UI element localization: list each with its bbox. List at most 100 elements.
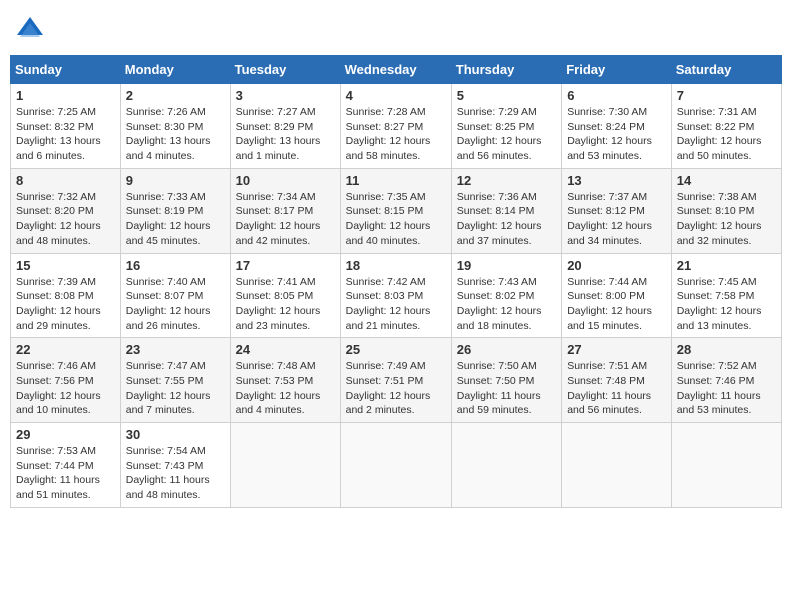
day-info: Sunrise: 7:49 AMSunset: 7:51 PMDaylight:… bbox=[346, 359, 446, 418]
day-info: Sunrise: 7:47 AMSunset: 7:55 PMDaylight:… bbox=[126, 359, 225, 418]
day-number: 9 bbox=[126, 173, 225, 188]
day-info: Sunrise: 7:37 AMSunset: 8:12 PMDaylight:… bbox=[567, 190, 666, 249]
page-header bbox=[10, 10, 782, 45]
day-number: 25 bbox=[346, 342, 446, 357]
header-monday: Monday bbox=[120, 56, 230, 84]
day-info: Sunrise: 7:43 AMSunset: 8:02 PMDaylight:… bbox=[457, 275, 556, 334]
day-info: Sunrise: 7:52 AMSunset: 7:46 PMDaylight:… bbox=[677, 359, 776, 418]
calendar-cell: 22 Sunrise: 7:46 AMSunset: 7:56 PMDayligh… bbox=[11, 338, 121, 423]
day-info: Sunrise: 7:27 AMSunset: 8:29 PMDaylight:… bbox=[236, 105, 335, 164]
calendar-cell: 24 Sunrise: 7:48 AMSunset: 7:53 PMDayligh… bbox=[230, 338, 340, 423]
calendar-cell: 8Sunrise: 7:32 AMSunset: 8:20 PMDaylight… bbox=[11, 168, 121, 253]
calendar-cell: 3 Sunrise: 7:27 AMSunset: 8:29 PMDaylight… bbox=[230, 84, 340, 169]
day-info: Sunrise: 7:36 AMSunset: 8:14 PMDaylight:… bbox=[457, 190, 556, 249]
day-number: 21 bbox=[677, 258, 776, 273]
day-number: 15 bbox=[16, 258, 115, 273]
day-info: Sunrise: 7:26 AMSunset: 8:30 PMDaylight:… bbox=[126, 105, 225, 164]
calendar-cell: 26 Sunrise: 7:50 AMSunset: 7:50 PMDayligh… bbox=[451, 338, 561, 423]
day-info: Sunrise: 7:46 AMSunset: 7:56 PMDaylight:… bbox=[16, 359, 115, 418]
day-number: 28 bbox=[677, 342, 776, 357]
logo-icon bbox=[15, 15, 45, 45]
calendar-week-row: 22 Sunrise: 7:46 AMSunset: 7:56 PMDayligh… bbox=[11, 338, 782, 423]
day-number: 1 bbox=[16, 88, 115, 103]
day-number: 16 bbox=[126, 258, 225, 273]
calendar-cell: 29 Sunrise: 7:53 AMSunset: 7:44 PMDayligh… bbox=[11, 423, 121, 508]
calendar-cell: 11 Sunrise: 7:35 AMSunset: 8:15 PMDayligh… bbox=[340, 168, 451, 253]
calendar-cell: 21 Sunrise: 7:45 AMSunset: 7:58 PMDayligh… bbox=[671, 253, 781, 338]
calendar-cell: 1 Sunrise: 7:25 AMSunset: 8:32 PMDaylight… bbox=[11, 84, 121, 169]
calendar-cell: 4 Sunrise: 7:28 AMSunset: 8:27 PMDaylight… bbox=[340, 84, 451, 169]
day-info: Sunrise: 7:41 AMSunset: 8:05 PMDaylight:… bbox=[236, 275, 335, 334]
day-info: Sunrise: 7:44 AMSunset: 8:00 PMDaylight:… bbox=[567, 275, 666, 334]
day-info: Sunrise: 7:25 AMSunset: 8:32 PMDaylight:… bbox=[16, 105, 115, 164]
day-info: Sunrise: 7:50 AMSunset: 7:50 PMDaylight:… bbox=[457, 359, 556, 418]
day-number: 6 bbox=[567, 88, 666, 103]
day-number: 12 bbox=[457, 173, 556, 188]
calendar-cell: 2 Sunrise: 7:26 AMSunset: 8:30 PMDaylight… bbox=[120, 84, 230, 169]
day-info: Sunrise: 7:28 AMSunset: 8:27 PMDaylight:… bbox=[346, 105, 446, 164]
header-thursday: Thursday bbox=[451, 56, 561, 84]
day-info: Sunrise: 7:48 AMSunset: 7:53 PMDaylight:… bbox=[236, 359, 335, 418]
day-number: 10 bbox=[236, 173, 335, 188]
calendar-cell: 7Sunrise: 7:31 AMSunset: 8:22 PMDaylight… bbox=[671, 84, 781, 169]
day-info: Sunrise: 7:42 AMSunset: 8:03 PMDaylight:… bbox=[346, 275, 446, 334]
calendar-cell: 12 Sunrise: 7:36 AMSunset: 8:14 PMDayligh… bbox=[451, 168, 561, 253]
calendar-cell bbox=[451, 423, 561, 508]
calendar-cell: 17 Sunrise: 7:41 AMSunset: 8:05 PMDayligh… bbox=[230, 253, 340, 338]
calendar-cell: 30Sunrise: 7:54 AMSunset: 7:43 PMDayligh… bbox=[120, 423, 230, 508]
day-info: Sunrise: 7:39 AMSunset: 8:08 PMDaylight:… bbox=[16, 275, 115, 334]
day-info: Sunrise: 7:45 AMSunset: 7:58 PMDaylight:… bbox=[677, 275, 776, 334]
day-info: Sunrise: 7:33 AMSunset: 8:19 PMDaylight:… bbox=[126, 190, 225, 249]
day-info: Sunrise: 7:51 AMSunset: 7:48 PMDaylight:… bbox=[567, 359, 666, 418]
day-number: 30 bbox=[126, 427, 225, 442]
calendar-cell: 28 Sunrise: 7:52 AMSunset: 7:46 PMDayligh… bbox=[671, 338, 781, 423]
calendar-cell: 13 Sunrise: 7:37 AMSunset: 8:12 PMDayligh… bbox=[562, 168, 672, 253]
day-number: 26 bbox=[457, 342, 556, 357]
calendar-week-row: 8Sunrise: 7:32 AMSunset: 8:20 PMDaylight… bbox=[11, 168, 782, 253]
day-number: 4 bbox=[346, 88, 446, 103]
calendar-week-row: 1 Sunrise: 7:25 AMSunset: 8:32 PMDaylight… bbox=[11, 84, 782, 169]
day-number: 19 bbox=[457, 258, 556, 273]
calendar-cell bbox=[671, 423, 781, 508]
calendar-cell: 23Sunrise: 7:47 AMSunset: 7:55 PMDayligh… bbox=[120, 338, 230, 423]
calendar-cell: 18Sunrise: 7:42 AMSunset: 8:03 PMDayligh… bbox=[340, 253, 451, 338]
calendar-cell: 25 Sunrise: 7:49 AMSunset: 7:51 PMDayligh… bbox=[340, 338, 451, 423]
day-number: 2 bbox=[126, 88, 225, 103]
day-info: Sunrise: 7:29 AMSunset: 8:25 PMDaylight:… bbox=[457, 105, 556, 164]
calendar-table: SundayMondayTuesdayWednesdayThursdayFrid… bbox=[10, 55, 782, 508]
calendar-cell: 16 Sunrise: 7:40 AMSunset: 8:07 PMDayligh… bbox=[120, 253, 230, 338]
day-info: Sunrise: 7:35 AMSunset: 8:15 PMDaylight:… bbox=[346, 190, 446, 249]
calendar-cell: 10Sunrise: 7:34 AMSunset: 8:17 PMDayligh… bbox=[230, 168, 340, 253]
calendar-cell bbox=[562, 423, 672, 508]
calendar-cell bbox=[230, 423, 340, 508]
header-saturday: Saturday bbox=[671, 56, 781, 84]
day-number: 17 bbox=[236, 258, 335, 273]
day-number: 24 bbox=[236, 342, 335, 357]
day-info: Sunrise: 7:40 AMSunset: 8:07 PMDaylight:… bbox=[126, 275, 225, 334]
header-sunday: Sunday bbox=[11, 56, 121, 84]
day-number: 13 bbox=[567, 173, 666, 188]
day-number: 20 bbox=[567, 258, 666, 273]
day-number: 27 bbox=[567, 342, 666, 357]
calendar-cell: 15 Sunrise: 7:39 AMSunset: 8:08 PMDayligh… bbox=[11, 253, 121, 338]
day-number: 11 bbox=[346, 173, 446, 188]
header-tuesday: Tuesday bbox=[230, 56, 340, 84]
day-number: 29 bbox=[16, 427, 115, 442]
day-info: Sunrise: 7:31 AMSunset: 8:22 PMDaylight:… bbox=[677, 105, 776, 164]
header-wednesday: Wednesday bbox=[340, 56, 451, 84]
calendar-cell: 14Sunrise: 7:38 AMSunset: 8:10 PMDayligh… bbox=[671, 168, 781, 253]
logo bbox=[15, 15, 49, 45]
day-number: 5 bbox=[457, 88, 556, 103]
calendar-cell: 19 Sunrise: 7:43 AMSunset: 8:02 PMDayligh… bbox=[451, 253, 561, 338]
day-number: 22 bbox=[16, 342, 115, 357]
day-info: Sunrise: 7:53 AMSunset: 7:44 PMDaylight:… bbox=[16, 444, 115, 503]
header-friday: Friday bbox=[562, 56, 672, 84]
calendar-cell: 9 Sunrise: 7:33 AMSunset: 8:19 PMDaylight… bbox=[120, 168, 230, 253]
calendar-cell: 5 Sunrise: 7:29 AMSunset: 8:25 PMDaylight… bbox=[451, 84, 561, 169]
calendar-cell bbox=[340, 423, 451, 508]
calendar-cell: 27 Sunrise: 7:51 AMSunset: 7:48 PMDayligh… bbox=[562, 338, 672, 423]
day-info: Sunrise: 7:38 AMSunset: 8:10 PMDaylight:… bbox=[677, 190, 776, 249]
day-number: 3 bbox=[236, 88, 335, 103]
calendar-week-row: 15 Sunrise: 7:39 AMSunset: 8:08 PMDayligh… bbox=[11, 253, 782, 338]
calendar-header-row: SundayMondayTuesdayWednesdayThursdayFrid… bbox=[11, 56, 782, 84]
